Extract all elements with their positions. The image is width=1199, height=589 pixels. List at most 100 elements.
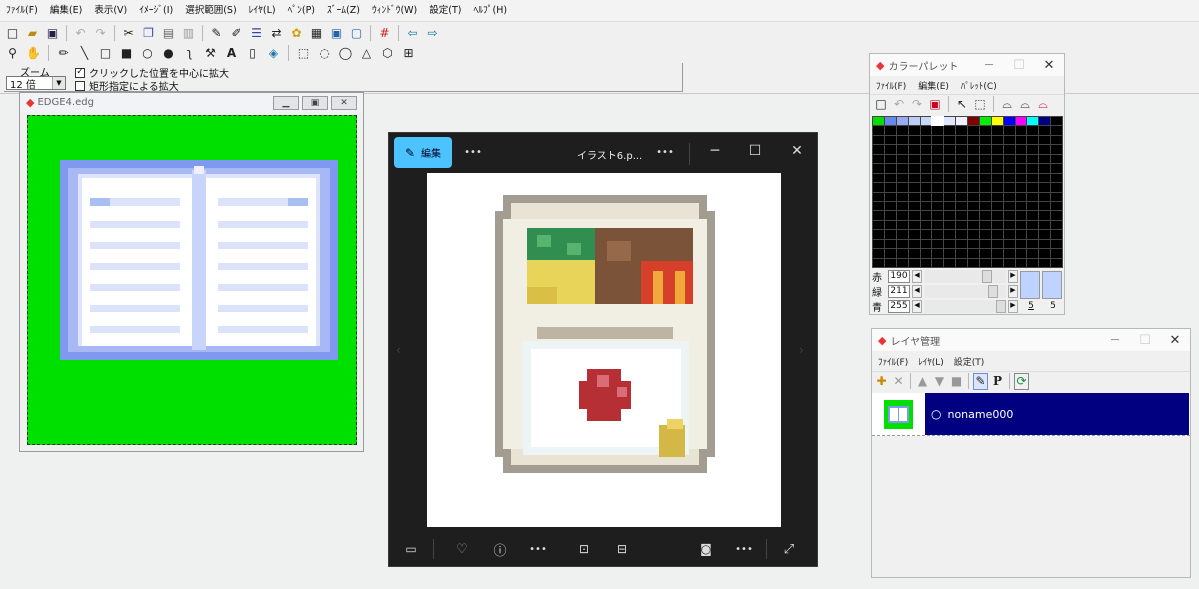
palette-cell[interactable]: [908, 183, 920, 192]
palette-cell[interactable]: [1027, 126, 1039, 135]
palette-cell[interactable]: [968, 220, 979, 230]
brush-tool-icon[interactable]: ✐: [228, 24, 245, 41]
delete-icon[interactable]: ▥: [180, 24, 197, 41]
gradient-icon[interactable]: ⌓: [1000, 96, 1014, 113]
undo-icon[interactable]: ↶: [892, 96, 906, 113]
refresh-icon[interactable]: ⟳: [1014, 372, 1029, 390]
palette-cell[interactable]: [956, 239, 967, 249]
palette-cell[interactable]: [884, 192, 896, 201]
palette-cell[interactable]: [920, 220, 932, 230]
palette-cell[interactable]: [884, 154, 896, 164]
menu-pen[interactable]: ﾍﾟﾝ(P): [282, 0, 321, 21]
palette-cell[interactable]: [944, 183, 956, 192]
palette-cell[interactable]: [896, 201, 908, 211]
swap-colors-icon[interactable]: ▣: [928, 96, 942, 113]
palette-cell[interactable]: [920, 192, 932, 201]
line-tool-icon[interactable]: ╲: [76, 45, 93, 62]
palette-cell[interactable]: [1027, 258, 1039, 267]
chevron-down-icon[interactable]: ▼: [52, 77, 65, 89]
palette-cell[interactable]: [1039, 211, 1051, 220]
palette-cell[interactable]: [1003, 154, 1015, 164]
palette-cell[interactable]: [991, 230, 1003, 239]
palette-cell[interactable]: [956, 183, 967, 192]
palette-cell[interactable]: [979, 201, 991, 211]
edge-window-titlebar[interactable]: ◆ EDGE4.edg ▁ ▣ ✕: [20, 93, 363, 112]
gradient2-icon[interactable]: ⌓: [1018, 96, 1032, 113]
favorite-icon[interactable]: ♡: [450, 537, 474, 561]
palette-cell[interactable]: [873, 135, 884, 145]
palette-cell[interactable]: [896, 135, 908, 145]
new-file-icon[interactable]: □: [4, 24, 21, 41]
palette-cell[interactable]: [1015, 117, 1027, 126]
palette-cell[interactable]: [896, 145, 908, 154]
zoom-select[interactable]: 12 倍 ▼: [6, 76, 66, 91]
text-extract-icon[interactable]: ⊟: [610, 537, 634, 561]
palette-cell[interactable]: [944, 192, 956, 201]
palette-cell[interactable]: [979, 135, 991, 145]
palette-cell[interactable]: [1003, 230, 1015, 239]
palette-cell[interactable]: [1051, 164, 1062, 173]
menu-zoom[interactable]: ｽﾞｰﾑ(Z): [321, 0, 366, 21]
palette-cell[interactable]: [956, 145, 967, 154]
palette-cell[interactable]: [968, 173, 979, 183]
palette-cell[interactable]: [1015, 249, 1027, 258]
blue-decrease-icon[interactable]: ◀: [912, 300, 922, 313]
red-slider[interactable]: [924, 270, 1006, 283]
palette-cell[interactable]: [956, 135, 967, 145]
palette-cell[interactable]: [968, 164, 979, 173]
palette-cell[interactable]: [968, 192, 979, 201]
gradient3-icon[interactable]: ⌓: [1036, 96, 1050, 113]
palette-cell[interactable]: [884, 258, 896, 267]
new-palette-icon[interactable]: □: [874, 96, 888, 113]
close-icon[interactable]: ✕: [1034, 58, 1064, 73]
more-options-icon[interactable]: •••: [732, 537, 756, 561]
palette-cells[interactable]: [872, 115, 1063, 268]
palette-cell[interactable]: [884, 230, 896, 239]
blue-slider-thumb[interactable]: [996, 300, 1006, 313]
palette-cell[interactable]: [1003, 220, 1015, 230]
palette-cell[interactable]: [908, 211, 920, 220]
save-icon[interactable]: ▣: [44, 24, 61, 41]
palette-cell[interactable]: [873, 183, 884, 192]
palette-cell[interactable]: [1015, 258, 1027, 267]
green-value[interactable]: 211: [888, 285, 910, 298]
palette-cell[interactable]: [1015, 183, 1027, 192]
palette-cell[interactable]: [1039, 201, 1051, 211]
palette-cell[interactable]: [908, 220, 920, 230]
grid-icon[interactable]: #: [376, 24, 393, 41]
palette-cell[interactable]: [1039, 164, 1051, 173]
palette-cell[interactable]: [896, 192, 908, 201]
palette-cell[interactable]: [991, 249, 1003, 258]
palette-cell[interactable]: [932, 230, 944, 239]
palette-cell[interactable]: [956, 230, 967, 239]
palette-cell[interactable]: [908, 126, 920, 135]
palette-cell[interactable]: [1015, 192, 1027, 201]
palette-cell[interactable]: [944, 145, 956, 154]
palette-cell[interactable]: [920, 117, 932, 126]
move-down-icon[interactable]: ▼: [932, 373, 947, 390]
palette-cell[interactable]: [956, 192, 967, 201]
curve-tool-icon[interactable]: ʅ: [181, 45, 198, 62]
palette-cell[interactable]: [920, 164, 932, 173]
palette-cell[interactable]: [979, 239, 991, 249]
palette-cell[interactable]: [1051, 154, 1062, 164]
palette-cell[interactable]: [884, 211, 896, 220]
palette-cell[interactable]: [944, 220, 956, 230]
palette-cell[interactable]: [932, 154, 944, 164]
palette-cell[interactable]: [1039, 145, 1051, 154]
palette-cell[interactable]: [1003, 239, 1015, 249]
palette-cell[interactable]: [979, 117, 991, 126]
palette-cell[interactable]: [1015, 201, 1027, 211]
palette-cell[interactable]: [1051, 211, 1062, 220]
palette-cell[interactable]: [920, 239, 932, 249]
viewer-more-button[interactable]: •••: [461, 140, 485, 164]
delete-layer-icon[interactable]: ✕: [891, 373, 906, 390]
palette-cell[interactable]: [873, 192, 884, 201]
palette-cell[interactable]: [920, 173, 932, 183]
palette-cell[interactable]: [884, 239, 896, 249]
palette-cell[interactable]: [1051, 239, 1062, 249]
rect-tool-icon[interactable]: □: [97, 45, 114, 62]
palette-cell[interactable]: [873, 201, 884, 211]
palette-cell[interactable]: [1015, 220, 1027, 230]
zoom-rect-checkbox[interactable]: [75, 80, 85, 91]
